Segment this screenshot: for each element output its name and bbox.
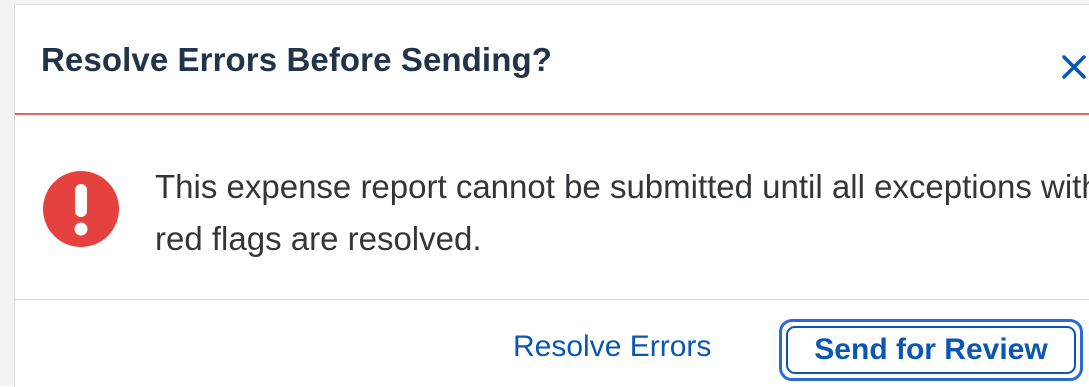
page-background: Resolve Errors Before Sending? This expe… <box>0 0 1089 387</box>
error-exclamation-icon <box>43 171 119 247</box>
confirm-dialog: Resolve Errors Before Sending? This expe… <box>14 4 1089 387</box>
dialog-body: This expense report cannot be submitted … <box>15 115 1089 300</box>
send-for-review-button[interactable]: Send for Review <box>786 326 1076 374</box>
close-icon <box>1062 55 1086 79</box>
dialog-message: This expense report cannot be submitted … <box>155 168 1089 257</box>
focus-ring: Send for Review <box>779 319 1083 381</box>
dialog-title: Resolve Errors Before Sending? <box>41 41 552 78</box>
dialog-footer: Resolve Errors Send for Review <box>15 300 1089 387</box>
dialog-header: Resolve Errors Before Sending? <box>15 5 1089 115</box>
resolve-errors-button[interactable]: Resolve Errors <box>513 330 711 364</box>
close-button[interactable] <box>1052 45 1089 89</box>
